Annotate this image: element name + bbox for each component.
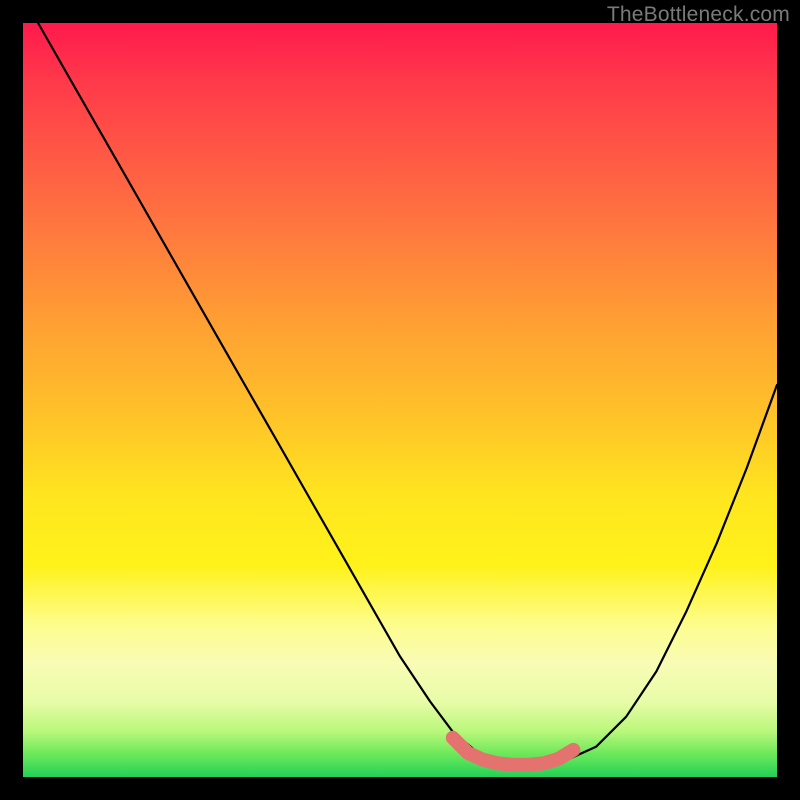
watermark-text: TheBottleneck.com — [607, 3, 790, 27]
chart-overlay — [23, 23, 777, 777]
optimal-band — [453, 738, 574, 765]
bottleneck-curve — [38, 23, 777, 765]
chart-frame: TheBottleneck.com — [0, 0, 800, 800]
